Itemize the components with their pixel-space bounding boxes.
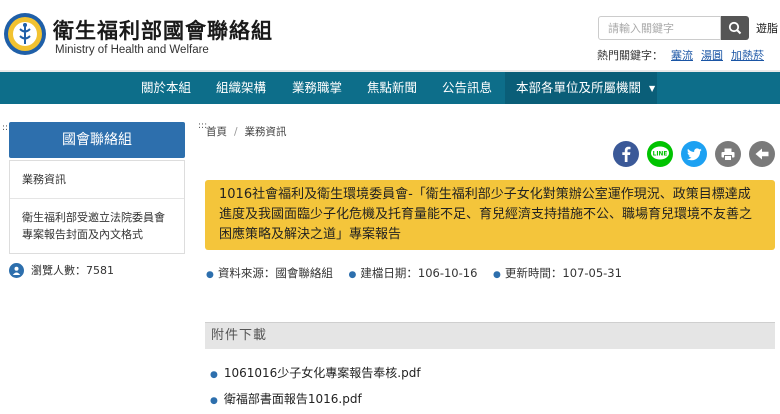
article-meta: ● 資料來源：國會聯絡組 ● 建檔日期：106-10-16 ● 更新時間：107-05… [206, 265, 634, 281]
meta-source-text: 資料來源：國會聯絡組 [217, 266, 333, 280]
hot-keywords-label: 熱門關鍵字： [597, 49, 663, 62]
sidebar-item-report-format[interactable]: 衛生福利部受邀立法院委員會專案報告封面及內文格式 [10, 199, 184, 253]
bullet-icon: ● [206, 270, 214, 280]
line-icon[interactable]: LINE [647, 141, 673, 167]
facebook-icon[interactable] [613, 141, 639, 167]
meta-updated: ● 更新時間：107-05-31 [493, 266, 622, 280]
search-button[interactable] [721, 16, 749, 40]
view-counter: 瀏覽人數：7581 [9, 262, 114, 278]
nav-item-units-label: 本部各單位及所屬機關 ▼ [516, 72, 655, 104]
hot-keywords: 熱門關鍵字： 塞流 湯圓 加熱菸 [597, 47, 764, 63]
nav-item-units-dropdown[interactable]: 本部各單位及所屬機關 ▼ [505, 72, 657, 104]
attachment-filename[interactable]: 1061016少子女化專案報告奉核.pdf [224, 366, 421, 380]
meta-created-text: 建檔日期：106-10-16 [360, 266, 478, 280]
print-icon[interactable] [715, 141, 741, 167]
user-icon [9, 262, 24, 278]
nav-units-text: 本部各單位及所屬機關 [516, 80, 642, 95]
site-subtitle: Ministry of Health and Welfare [55, 44, 209, 56]
breadcrumb-separator: / [234, 126, 238, 138]
nav-item-announcements[interactable]: 公告訊息 [442, 72, 492, 104]
bullet-icon: ● [493, 270, 501, 280]
site-title[interactable]: 衛生福利部國會聯絡組 [53, 15, 273, 45]
back-icon[interactable] [749, 141, 775, 167]
breadcrumb-current[interactable]: 業務資訊 [245, 126, 287, 138]
breadcrumb: 首頁 / 業務資訊 [206, 124, 287, 139]
nav-item-duties[interactable]: 業務職掌 [292, 72, 342, 104]
attachment-link[interactable]: ● 1061016少子女化專案報告奉核.pdf [210, 364, 421, 381]
hot-keyword-link[interactable]: 湯圓 [701, 49, 723, 62]
bullet-icon: ● [210, 370, 218, 380]
bullet-icon: ● [210, 396, 218, 406]
search-icon [728, 21, 742, 35]
caret-down-icon: ▼ [649, 83, 656, 93]
hot-keyword-link[interactable]: 加熱菸 [731, 49, 764, 62]
article-title: 1016社會福利及衛生環境委員會-「衛生福利部少子女化對策辦公室運作現況、政策目… [205, 180, 775, 250]
sidebar-item-business-info[interactable]: 業務資訊 [10, 161, 184, 199]
nav-item-about[interactable]: 關於本組 [141, 72, 191, 104]
search-input[interactable] [598, 16, 721, 40]
sidebar-heading[interactable]: 國會聯絡組 [9, 122, 185, 158]
meta-updated-text: 更新時間：107-05-31 [504, 266, 622, 280]
nav-item-news[interactable]: 焦點新聞 [367, 72, 417, 104]
meta-source: ● 資料來源：國會聯絡組 [206, 266, 333, 280]
attachments-heading: 附件下載 [205, 322, 775, 349]
top-link[interactable]: 遊脂 [756, 20, 778, 36]
nav-item-organization[interactable]: 組織架構 [216, 72, 266, 104]
main-nav: 關於本組 組織架構 業務職掌 焦點新聞 公告訊息 本部各單位及所屬機關 ▼ [0, 72, 780, 104]
site-header: 衛生福利部國會聯絡組 Ministry of Health and Welfar… [0, 0, 780, 70]
bullet-icon: ● [348, 270, 357, 280]
view-count-text: 瀏覽人數：7581 [31, 264, 114, 277]
sidebar-menu: 業務資訊 衛生福利部受邀立法院委員會專案報告封面及內文格式 [9, 160, 185, 254]
svg-text:LINE: LINE [653, 151, 668, 157]
hot-keyword-link[interactable]: 塞流 [671, 49, 693, 62]
attachment-link[interactable]: ● 衛福部書面報告1016.pdf [210, 390, 362, 407]
breadcrumb-home[interactable]: 首頁 [206, 126, 227, 138]
meta-created: ● 建檔日期：106-10-16 [349, 266, 478, 280]
twitter-icon[interactable] [681, 141, 707, 167]
attachment-filename[interactable]: 衛福部書面報告1016.pdf [224, 392, 362, 406]
ministry-logo-icon[interactable] [3, 12, 47, 56]
